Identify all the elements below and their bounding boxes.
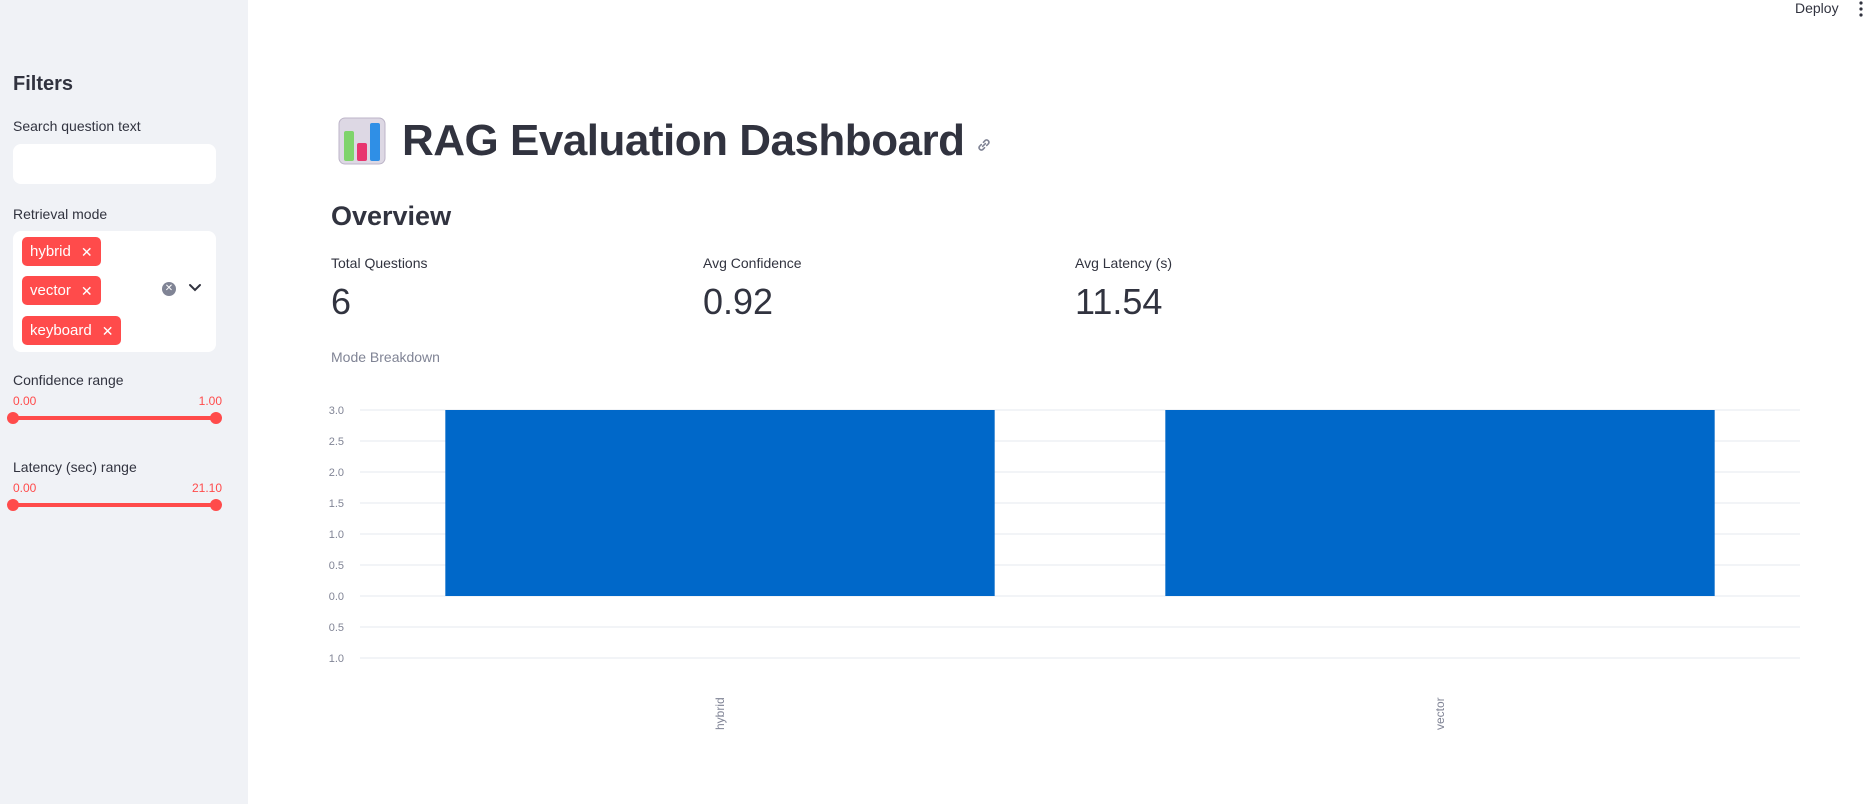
confidence-min: 0.00: [13, 394, 37, 408]
sidebar-title: Filters: [13, 73, 74, 95]
y-tick-label: 3.0: [329, 405, 344, 417]
latency-max: 21.10: [191, 481, 222, 495]
confidence-low-handle[interactable]: [7, 412, 19, 424]
bar-vector[interactable]: [1165, 410, 1715, 596]
metric-avg-confidence: Avg Confidence 0.92: [703, 255, 802, 323]
remove-chip-icon[interactable]: ✕: [81, 245, 93, 259]
latency-high-handle[interactable]: [210, 499, 222, 511]
latency-min: 0.00: [13, 481, 37, 495]
main-menu-icon[interactable]: [1858, 1, 1864, 17]
metric-avg-latency: Avg Latency (s) 11.54: [1075, 255, 1172, 323]
sidebar: Filters Search question text Retrieval m…: [0, 0, 248, 804]
bar-chart-icon: [338, 117, 386, 165]
chip-label: vector: [30, 282, 71, 299]
link-icon[interactable]: [975, 136, 993, 154]
chip-vector[interactable]: vector ✕: [22, 276, 101, 305]
latency-low-handle[interactable]: [7, 499, 19, 511]
metric-label: Total Questions: [331, 255, 428, 271]
deploy-button[interactable]: Deploy: [1795, 0, 1839, 16]
chevron-down-icon[interactable]: [187, 280, 203, 296]
page-title: RAG Evaluation Dashboard: [402, 116, 965, 165]
confidence-slider[interactable]: [7, 412, 222, 424]
y-tick-label: 1.0: [329, 529, 344, 541]
remove-chip-icon[interactable]: ✕: [81, 284, 93, 298]
y-tick-label: 0.0: [329, 591, 344, 603]
confidence-label: Confidence range: [13, 372, 124, 388]
y-tick-label: 2.0: [329, 467, 344, 479]
x-tick-label: hybrid: [713, 697, 727, 730]
search-input[interactable]: [13, 144, 216, 184]
metric-value: 11.54: [1075, 281, 1163, 322]
chip-keyboard[interactable]: keyboard ✕: [22, 316, 122, 345]
retrieval-mode-multiselect[interactable]: hybrid ✕ vector ✕ keyboard ✕ ✕: [13, 231, 216, 352]
y-tick-label: 2.5: [329, 436, 344, 448]
clear-all-icon[interactable]: ✕: [162, 282, 176, 296]
page-header: RAG Evaluation Dashboard: [338, 116, 993, 166]
y-tick-label: 0.5: [329, 560, 344, 572]
chart-label: Mode Breakdown: [331, 349, 440, 365]
metric-label: Avg Confidence: [703, 255, 802, 271]
remove-chip-icon[interactable]: ✕: [102, 324, 114, 338]
search-label: Search question text: [13, 118, 141, 134]
latency-label: Latency (sec) range: [13, 459, 137, 475]
metric-label: Avg Latency (s): [1075, 255, 1173, 271]
y-tick-label: 1.0: [329, 653, 344, 665]
bar-hybrid[interactable]: [445, 410, 995, 596]
metric-total-questions: Total Questions 6: [331, 255, 428, 323]
mode-breakdown-chart: 3.0 2.5 2.0 1.5 1.0 0.5 0.0 0.5 1.0 hybrid vector: [329, 405, 1800, 730]
y-tick-label: 0.5: [329, 622, 344, 634]
section-heading: Overview: [331, 201, 452, 231]
retrieval-mode-label: Retrieval mode: [13, 206, 108, 222]
chip-label: hybrid: [30, 243, 71, 260]
metric-value: 6: [331, 281, 352, 322]
chip-hybrid[interactable]: hybrid ✕: [22, 237, 101, 266]
confidence-high-handle[interactable]: [210, 412, 222, 424]
latency-slider[interactable]: [7, 499, 222, 511]
chip-label: keyboard: [30, 322, 92, 339]
x-tick-label: vector: [1433, 697, 1447, 730]
confidence-max: 1.00: [198, 394, 222, 408]
y-tick-label: 1.5: [329, 498, 344, 510]
metric-value: 0.92: [703, 281, 774, 322]
